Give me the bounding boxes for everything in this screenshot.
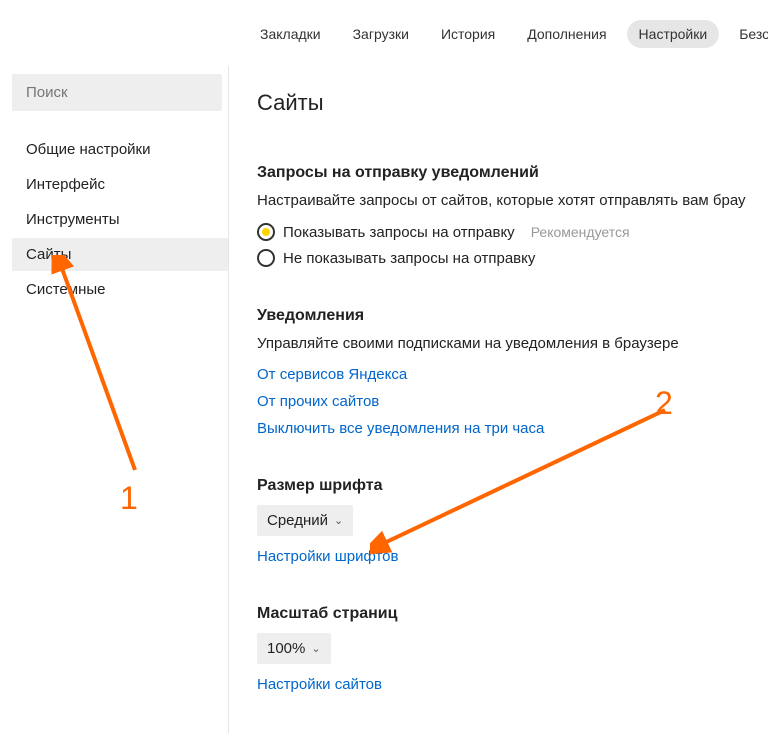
- sidebar-item-general[interactable]: Общие настройки: [12, 133, 228, 166]
- section-font-size: Размер шрифта Средний ⌄ Настройки шрифто…: [257, 477, 768, 565]
- link-other-sites[interactable]: От прочих сайтов: [257, 393, 768, 410]
- section-desc: Управляйте своими подписками на уведомле…: [257, 335, 768, 352]
- radio-hide-requests[interactable]: Не показывать запросы на отправку: [257, 249, 768, 267]
- radio-icon: [257, 249, 275, 267]
- font-size-select[interactable]: Средний ⌄: [257, 505, 353, 536]
- section-title: Уведомления: [257, 307, 768, 325]
- link-disable-3h[interactable]: Выключить все уведомления на три часа: [257, 420, 768, 437]
- section-title: Масштаб страниц: [257, 605, 768, 623]
- chevron-down-icon: ⌄: [311, 642, 320, 655]
- radio-label: Показывать запросы на отправку: [283, 224, 515, 241]
- section-desc: Настраивайте запросы от сайтов, которые …: [257, 192, 768, 209]
- tab-addons[interactable]: Дополнения: [515, 20, 618, 48]
- sidebar: Общие настройки Интерфейс Инструменты Са…: [0, 66, 228, 733]
- tab-bookmarks[interactable]: Закладки: [248, 20, 333, 48]
- page-title: Сайты: [257, 90, 768, 116]
- section-notifications: Уведомления Управляйте своими подписками…: [257, 307, 768, 437]
- radio-hint: Рекомендуется: [531, 224, 630, 240]
- sidebar-item-interface[interactable]: Интерфейс: [12, 168, 228, 201]
- radio-icon: [257, 223, 275, 241]
- select-value: Средний: [267, 512, 328, 529]
- main-panel: Сайты Запросы на отправку уведомлений На…: [228, 66, 768, 733]
- sidebar-item-sites[interactable]: Сайты: [12, 238, 228, 271]
- select-value: 100%: [267, 640, 305, 657]
- tab-history[interactable]: История: [429, 20, 507, 48]
- section-title: Запросы на отправку уведомлений: [257, 164, 768, 182]
- zoom-select[interactable]: 100% ⌄: [257, 633, 331, 664]
- tab-security[interactable]: Безопасность: [727, 20, 768, 48]
- link-yandex-services[interactable]: От сервисов Яндекса: [257, 366, 768, 383]
- top-tabs: Закладки Загрузки История Дополнения Нас…: [0, 0, 768, 66]
- sidebar-item-system[interactable]: Системные: [12, 273, 228, 306]
- link-font-settings[interactable]: Настройки шрифтов: [257, 548, 768, 565]
- tab-settings[interactable]: Настройки: [627, 20, 720, 48]
- sidebar-item-tools[interactable]: Инструменты: [12, 203, 228, 236]
- search-input[interactable]: [12, 74, 222, 111]
- chevron-down-icon: ⌄: [334, 514, 343, 527]
- section-page-zoom: Масштаб страниц 100% ⌄ Настройки сайтов: [257, 605, 768, 693]
- section-notification-requests: Запросы на отправку уведомлений Настраив…: [257, 164, 768, 267]
- tab-downloads[interactable]: Загрузки: [341, 20, 421, 48]
- link-site-settings[interactable]: Настройки сайтов: [257, 676, 768, 693]
- radio-label: Не показывать запросы на отправку: [283, 250, 535, 267]
- radio-show-requests[interactable]: Показывать запросы на отправку Рекоменду…: [257, 223, 768, 241]
- section-title: Размер шрифта: [257, 477, 768, 495]
